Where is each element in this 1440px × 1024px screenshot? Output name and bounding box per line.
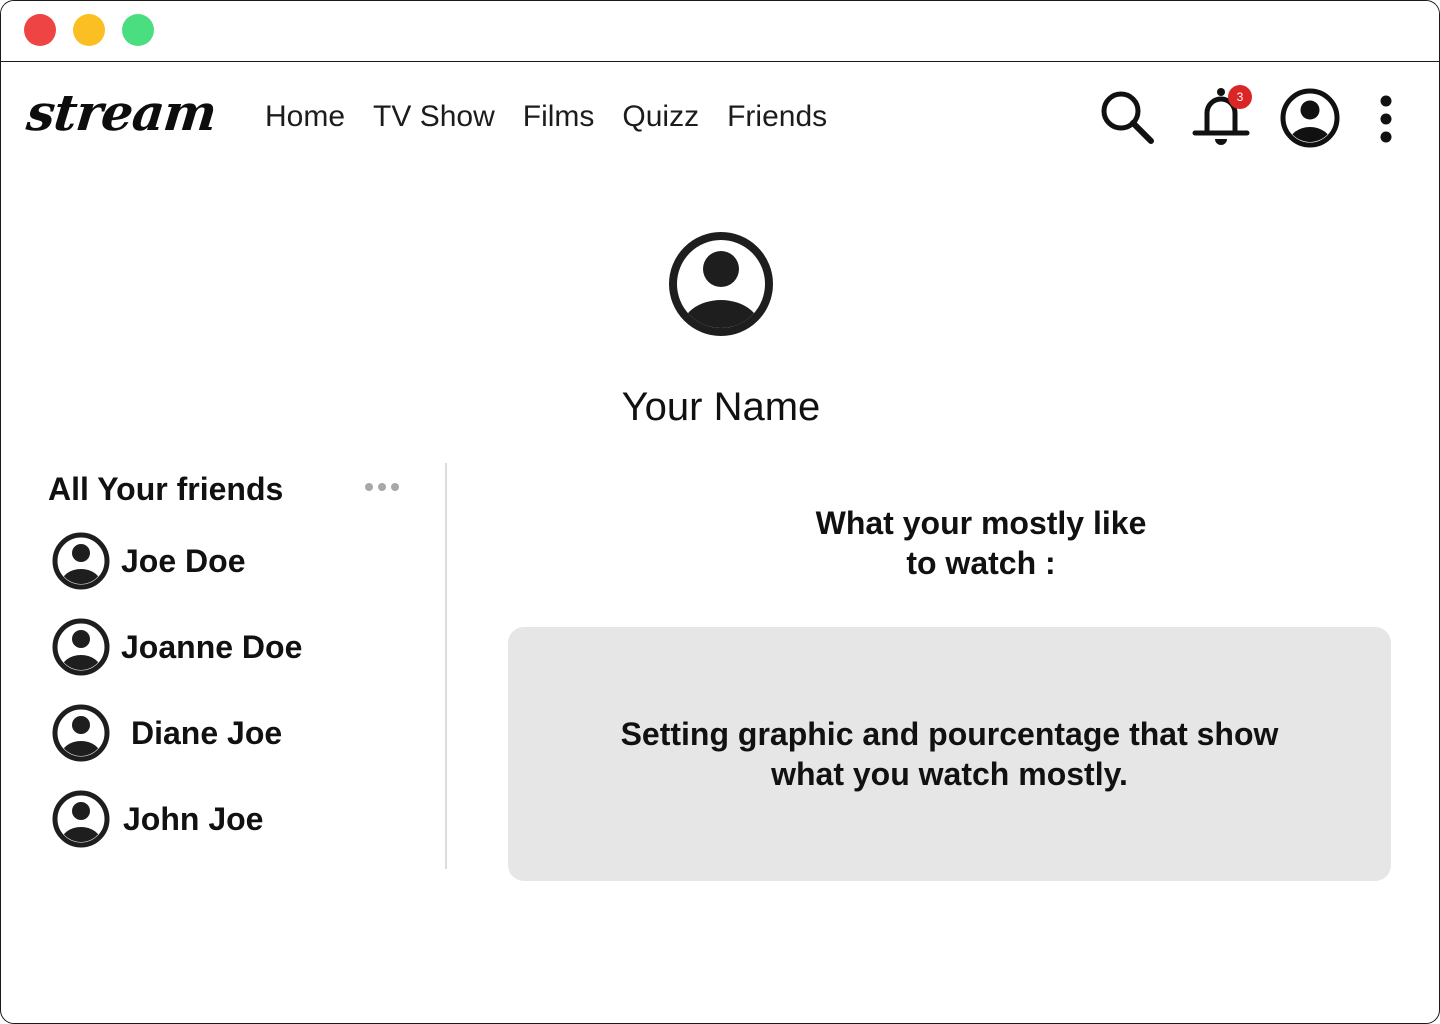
friend-name: Diane Joe xyxy=(131,715,283,751)
nav-films[interactable]: Films xyxy=(523,97,595,137)
friend-item[interactable]: John Joe xyxy=(51,789,263,849)
friend-name: Joe Doe xyxy=(121,543,246,579)
dot-icon xyxy=(391,483,399,491)
app-window: stream Home TV Show Films Quizz Friends … xyxy=(0,0,1440,1024)
stream-logo[interactable]: stream xyxy=(24,83,219,142)
watch-heading-line: What your mostly like xyxy=(815,505,1147,541)
friend-item[interactable]: Joe Doe xyxy=(51,531,245,591)
friend-avatar-icon xyxy=(52,618,110,676)
friend-item[interactable]: Diane Joe xyxy=(51,703,282,763)
profile-name: Your Name xyxy=(621,385,821,429)
search-icon[interactable] xyxy=(1099,89,1155,145)
profile-avatar-icon xyxy=(669,232,773,336)
watch-stats-line: Setting graphic and pourcentage that sho… xyxy=(620,716,1279,752)
dot-icon xyxy=(365,483,373,491)
minimize-window-button[interactable] xyxy=(73,14,105,46)
nav-quizz[interactable]: Quizz xyxy=(622,97,699,137)
close-window-button[interactable] xyxy=(24,14,56,46)
friends-more-button[interactable] xyxy=(363,477,401,497)
maximize-window-button[interactable] xyxy=(122,14,154,46)
watch-heading-line: to watch : xyxy=(906,545,1056,581)
more-vertical-icon[interactable] xyxy=(1371,91,1401,147)
friend-name: John Joe xyxy=(123,801,264,837)
friend-avatar-icon xyxy=(52,532,110,590)
friend-item[interactable]: Joanne Doe xyxy=(51,617,302,677)
watch-preferences-heading: What your mostly like to watch : xyxy=(681,503,1281,583)
watch-stats-line: what you watch mostly. xyxy=(771,756,1128,792)
notification-badge: 3 xyxy=(1228,85,1252,109)
section-divider xyxy=(445,463,447,869)
watch-stats-text: Setting graphic and pourcentage that sho… xyxy=(570,714,1330,794)
watch-stats-card: Setting graphic and pourcentage that sho… xyxy=(508,627,1391,881)
nav-tv-show[interactable]: TV Show xyxy=(373,97,495,137)
window-titlebar xyxy=(1,1,1439,62)
friends-list-title: All Your friends xyxy=(48,471,284,507)
friend-avatar-icon xyxy=(52,704,110,762)
main-nav: Home TV Show Films Quizz Friends xyxy=(265,97,827,137)
friend-name: Joanne Doe xyxy=(121,629,303,665)
dot-icon xyxy=(378,483,386,491)
nav-friends[interactable]: Friends xyxy=(727,97,827,137)
friend-avatar-icon xyxy=(52,790,110,848)
nav-home[interactable]: Home xyxy=(265,97,345,137)
account-icon[interactable] xyxy=(1279,87,1341,149)
